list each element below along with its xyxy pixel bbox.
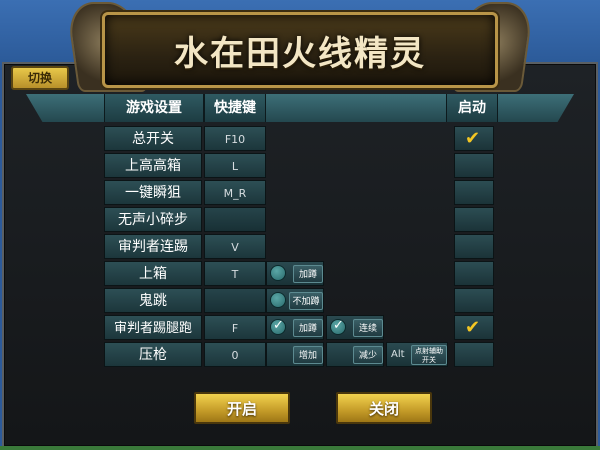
crouch-option-button[interactable]: 加蹲 bbox=[293, 265, 323, 283]
radio-toggle-checked[interactable] bbox=[330, 318, 346, 335]
enable-checkbox[interactable] bbox=[454, 153, 494, 178]
hotkey-field[interactable]: V bbox=[204, 234, 266, 259]
hotkey-field[interactable]: F10 bbox=[204, 126, 266, 151]
increase-button[interactable]: 增加 bbox=[293, 346, 323, 364]
enable-checkbox[interactable] bbox=[454, 342, 494, 367]
feature-label: 无声小碎步 bbox=[104, 207, 202, 232]
header-enable: 启动 bbox=[446, 94, 498, 122]
option-box: Alt 点射辅助开关 bbox=[386, 342, 448, 367]
option-box: 减少 bbox=[326, 342, 384, 367]
feature-label: 审判者连踢 bbox=[104, 234, 202, 259]
feature-label: 压枪 bbox=[104, 342, 202, 367]
feature-label: 上高高箱 bbox=[104, 153, 202, 178]
option-box: 增加 bbox=[266, 342, 324, 367]
enable-checkbox[interactable] bbox=[454, 180, 494, 205]
option-box: 加蹲 bbox=[266, 261, 324, 286]
enable-checkbox[interactable] bbox=[454, 207, 494, 232]
radio-toggle-checked[interactable] bbox=[270, 318, 286, 335]
close-button[interactable]: 关闭 bbox=[336, 392, 432, 424]
enable-checkbox[interactable] bbox=[454, 288, 494, 313]
hotkey-field[interactable]: L bbox=[204, 153, 266, 178]
radio-toggle[interactable] bbox=[270, 292, 286, 308]
feature-label: 总开关 bbox=[104, 126, 202, 151]
decrease-button[interactable]: 减少 bbox=[353, 346, 383, 364]
start-button[interactable]: 开启 bbox=[194, 392, 290, 424]
header-hotkey: 快捷键 bbox=[204, 94, 266, 122]
enable-checkbox[interactable] bbox=[454, 261, 494, 286]
title-banner: 水在田火线精灵 bbox=[65, 2, 535, 94]
feature-label: 审判者踢腿跑 bbox=[104, 315, 202, 340]
hotkey-field[interactable]: 0 bbox=[204, 342, 266, 367]
enable-checkbox[interactable]: ✔ bbox=[454, 126, 494, 151]
hotkey-field[interactable] bbox=[204, 288, 266, 313]
alt-label: Alt bbox=[391, 349, 405, 360]
switch-button[interactable]: 切换 bbox=[11, 66, 69, 90]
enable-checkbox[interactable]: ✔ bbox=[454, 315, 494, 340]
header-settings: 游戏设置 bbox=[104, 94, 204, 122]
option-box: 连续 bbox=[326, 315, 384, 340]
taskbar-edge bbox=[0, 446, 600, 450]
check-icon: ✔ bbox=[465, 128, 481, 149]
hotkey-field[interactable] bbox=[204, 207, 266, 232]
feature-label: 上箱 bbox=[104, 261, 202, 286]
app-title: 水在田火线精灵 bbox=[174, 34, 426, 74]
enable-checkbox[interactable] bbox=[454, 234, 494, 259]
burst-assist-toggle-button[interactable]: 点射辅助开关 bbox=[411, 345, 447, 365]
hotkey-field[interactable]: T bbox=[204, 261, 266, 286]
feature-label: 鬼跳 bbox=[104, 288, 202, 313]
check-icon: ✔ bbox=[465, 317, 481, 338]
radio-toggle[interactable] bbox=[270, 265, 286, 281]
no-crouch-option-button[interactable]: 不加蹲 bbox=[289, 292, 323, 310]
crouch-option-button[interactable]: 加蹲 bbox=[293, 319, 323, 337]
option-box: 加蹲 bbox=[266, 315, 324, 340]
continuous-option-button[interactable]: 连续 bbox=[353, 319, 383, 337]
hotkey-field[interactable]: M_R bbox=[204, 180, 266, 205]
feature-label: 一键瞬狙 bbox=[104, 180, 202, 205]
hotkey-field[interactable]: F bbox=[204, 315, 266, 340]
option-box: 不加蹲 bbox=[266, 288, 324, 313]
